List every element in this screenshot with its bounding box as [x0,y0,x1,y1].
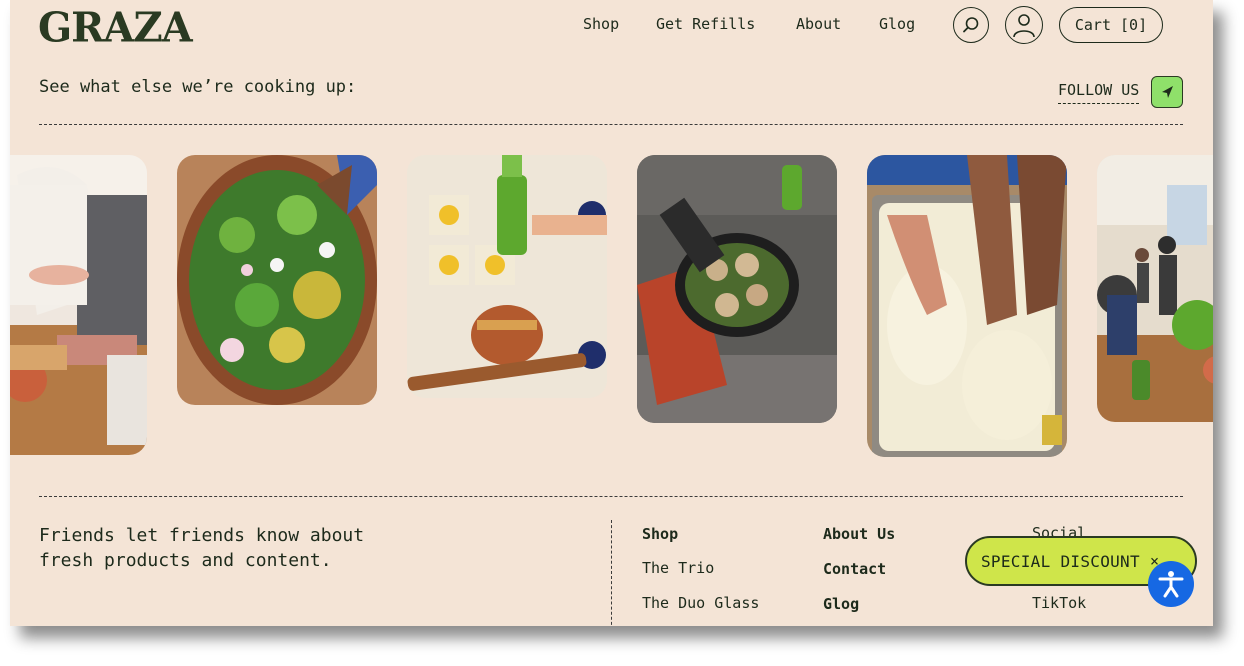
follow-us-button[interactable] [1151,76,1183,108]
footer-link-the-trio[interactable]: The Trio [642,559,714,577]
gallery-image[interactable] [867,155,1067,457]
gallery-image[interactable] [407,155,607,398]
nav-about[interactable]: About [796,15,841,33]
gallery-image[interactable] [10,155,147,455]
nav-glog[interactable]: Glog [879,15,915,33]
feed-heading: See what else we’re cooking up: [39,77,357,97]
gallery-image[interactable] [1097,155,1213,422]
nav-get-refills[interactable]: Get Refills [656,15,755,33]
follow-us-link[interactable]: FOLLOW US [1058,81,1140,104]
accessibility-icon [1158,571,1184,598]
footer-link-about-us[interactable]: About Us [823,525,895,543]
search-button[interactable] [953,7,989,43]
footer-link-the-duo-glass[interactable]: The Duo Glass [642,594,759,612]
cart-button[interactable]: Cart [0] [1059,7,1163,43]
footer-link-tiktok[interactable]: TikTok [1032,594,1086,612]
account-button[interactable] [1005,6,1043,44]
divider [39,496,1183,497]
footer-link-shop[interactable]: Shop [642,525,678,543]
footer-link-glog[interactable]: Glog [823,595,859,613]
footer-link-contact[interactable]: Contact [823,560,886,578]
search-icon [963,17,979,33]
page: GRAZA Shop Get Refills About Glog Cart [… [10,0,1213,626]
special-discount-label: SPECIAL DISCOUNT [981,551,1140,571]
nav-shop[interactable]: Shop [583,15,619,33]
footer-tagline: Friends let friends know about fresh pro… [39,525,365,571]
footer-divider [611,520,612,626]
divider [39,124,1183,125]
gallery-image[interactable] [637,155,837,423]
arrow-icon [1162,86,1173,98]
gallery-image[interactable] [177,155,377,405]
user-icon [1013,14,1035,38]
logo[interactable]: GRAZA [38,4,193,52]
accessibility-button[interactable] [1148,561,1194,607]
